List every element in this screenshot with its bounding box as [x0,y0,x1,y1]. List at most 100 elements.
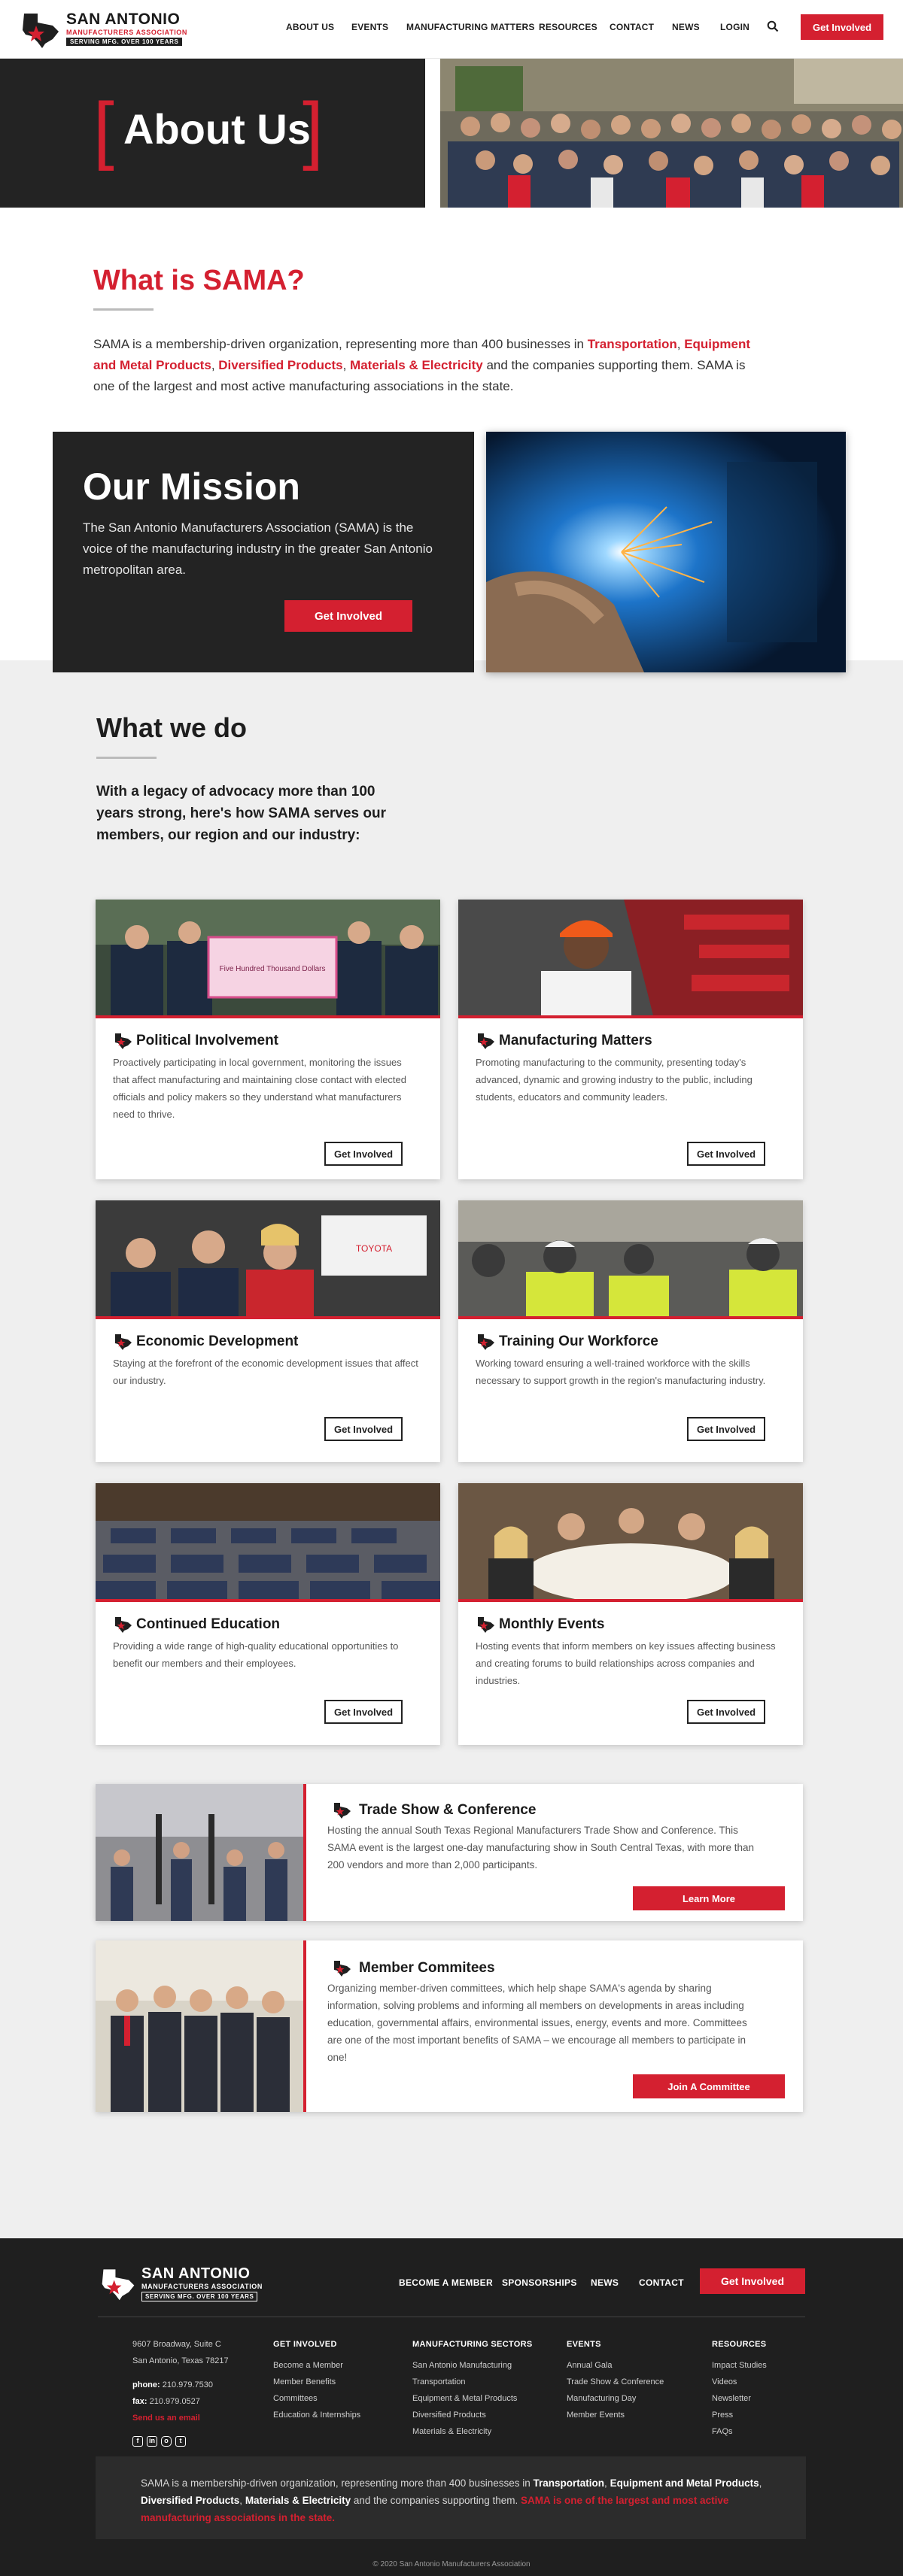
texas-star-icon [115,1334,132,1350]
card-description: Working toward ensuring a well-trained w… [476,1358,766,1386]
card-get-involved-button[interactable]: Get Involved [324,1700,403,1724]
what-we-do-title: What we do [96,712,247,743]
footer-link[interactable]: San Antonio Manufacturing [412,2357,533,2374]
card-member-committees: Member Commitees Organizing member-drive… [96,1940,803,2112]
footer-get-involved-button[interactable]: Get Involved [700,2268,805,2294]
nav-login[interactable]: LOGIN [720,22,749,32]
texas-star-icon [478,1033,494,1049]
footer-link[interactable]: Committees [273,2390,360,2407]
twitter-icon[interactable]: t [175,2436,186,2447]
address-line-2: San Antonio, Texas 78217 [132,2356,229,2365]
instagram-icon[interactable]: o [161,2436,172,2447]
footer-logo-tagline: SERVING MFG. OVER 100 YEARS [141,2292,258,2301]
site-logo[interactable]: SAN ANTONIO MANUFACTURERS ASSOCIATION SE… [20,8,200,50]
logo-subtitle: MANUFACTURERS ASSOCIATION [66,29,187,36]
texas-star-logo-icon [102,2269,135,2301]
footer-link[interactable]: Member Events [567,2407,664,2423]
link-diversified-products[interactable]: Diversified Products [218,358,342,372]
texas-star-icon [115,1617,132,1633]
card-description: Hosting events that inform members on ke… [476,1640,776,1686]
hero-group-photo [440,59,903,208]
card-get-involved-button[interactable]: Get Involved [687,1142,765,1166]
footer-link[interactable]: Videos [712,2374,767,2390]
footer-nav-sponsorships[interactable]: SPONSORSHIPS [502,2277,577,2288]
footer-link[interactable]: Manufacturing Day [567,2390,664,2407]
footer-link[interactable]: Member Benefits [273,2374,360,2390]
texas-star-icon [478,1617,494,1633]
linkedin-icon[interactable]: in [147,2436,157,2447]
email-link[interactable]: Send us an email [132,2410,229,2426]
footer-nav-contact[interactable]: CONTACT [639,2277,684,2288]
header-get-involved-button[interactable]: Get Involved [801,14,883,40]
card-description: Proactively participating in local gover… [113,1057,406,1120]
footer-link[interactable]: Press [712,2407,767,2423]
card-photo [96,1483,440,1602]
learn-more-button[interactable]: Learn More [633,1886,785,1910]
footer-logo-subtitle: MANUFACTURERS ASSOCIATION [141,2283,263,2290]
card-photo: Five Hundred Thousand Dollars [96,900,440,1018]
card-description: Providing a wide range of high-quality e… [113,1640,399,1669]
footer-logo[interactable]: SAN ANTONIO MANUFACTURERS ASSOCIATION SE… [99,2264,265,2303]
card-description: Promoting manufacturing to the community… [476,1057,752,1103]
mission-get-involved-button[interactable]: Get Involved [284,600,412,632]
facebook-icon[interactable]: f [132,2436,143,2447]
card-photo [458,900,803,1018]
card-photo [96,1940,306,2112]
link-materials-electricity[interactable]: Materials & Electricity [350,358,483,372]
hero-banner: [ About Us ] [0,59,425,208]
welding-photo [486,432,846,672]
join-committee-button[interactable]: Join A Committee [633,2074,785,2098]
mission-title: Our Mission [83,466,300,508]
texas-star-logo-icon [23,14,59,48]
nav-resources[interactable]: RESOURCES [539,22,597,32]
footer-link[interactable]: Become a Member [273,2357,360,2374]
texas-star-icon [334,1803,351,1819]
title-underline [93,308,154,311]
card-continued-education: Continued Education Providing a wide ran… [96,1483,440,1745]
footer-link[interactable]: Equipment & Metal Products [412,2390,533,2407]
footer-nav-become-member[interactable]: BECOME A MEMBER [399,2277,493,2288]
logo-name: SAN ANTONIO [66,11,181,28]
nav-news[interactable]: NEWS [672,22,700,32]
card-training-our-workforce: Training Our Workforce Working toward en… [458,1200,803,1462]
footer-link[interactable]: Impact Studies [712,2357,767,2374]
nav-manufacturing-matters[interactable]: MANUFACTURING MATTERS [406,22,535,32]
footer-link[interactable]: Newsletter [712,2390,767,2407]
card-photo: TOYOTA [96,1200,440,1319]
toyota-sign-text: TOYOTA [356,1243,392,1254]
card-photo [458,1200,803,1319]
footer-link[interactable]: Transportation [412,2374,533,2390]
footer-col-get-involved: GET INVOLVED Become a Member Member Bene… [273,2336,360,2423]
hero-title: About Us [123,105,311,153]
nav-contact[interactable]: CONTACT [610,22,654,32]
card-title: Member Commitees [359,1960,495,1976]
footer-logo-name: SAN ANTONIO [141,2265,251,2282]
footer-col-resources: RESOURCES Impact Studies Videos Newslett… [712,2336,767,2440]
link-transportation[interactable]: Transportation [588,337,677,351]
nav-events[interactable]: EVENTS [351,22,388,32]
search-icon[interactable] [767,20,779,32]
footer-link[interactable]: Annual Gala [567,2357,664,2374]
fax-line: fax: 210.979.0527 [132,2397,200,2406]
card-get-involved-button[interactable]: Get Involved [687,1417,765,1441]
footer-about-text: SAMA is a membership-driven organization… [141,2477,762,2523]
card-trade-show-conference: Trade Show & Conference Hosting the annu… [96,1784,803,1921]
mission-text: The San Antonio Manufacturers Associatio… [83,520,433,577]
card-title: Monthly Events [499,1616,605,1632]
card-get-involved-button[interactable]: Get Involved [324,1417,403,1441]
card-get-involved-button[interactable]: Get Involved [324,1142,403,1166]
footer-link[interactable]: Education & Internships [273,2407,360,2423]
footer-link[interactable]: Materials & Electricity [412,2423,533,2440]
card-description: Hosting the annual South Texas Regional … [327,1825,755,1871]
footer-about-box: SAMA is a membership-driven organization… [96,2456,806,2539]
copyright: © 2020 San Antonio Manufacturers Associa… [372,2560,531,2568]
mission-box: Our Mission The San Antonio Manufacturer… [53,432,474,672]
footer-link[interactable]: FAQs [712,2423,767,2440]
footer-link[interactable]: Trade Show & Conference [567,2374,664,2390]
nav-about-us[interactable]: ABOUT US [286,22,334,32]
footer-nav-news[interactable]: NEWS [591,2277,619,2288]
card-photo [458,1483,803,1602]
card-get-involved-button[interactable]: Get Involved [687,1700,765,1724]
footer-link[interactable]: Diversified Products [412,2407,533,2423]
texas-star-icon [334,1961,351,1977]
